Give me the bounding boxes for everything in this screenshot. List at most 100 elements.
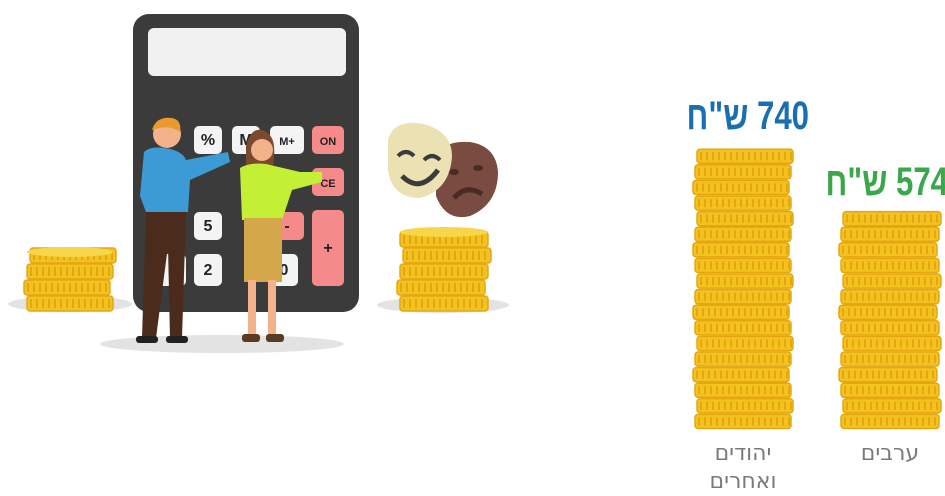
- bar-coin-ridge: [862, 355, 864, 364]
- coin-ridge: [436, 251, 438, 260]
- bar-coin-ridge: [732, 370, 734, 379]
- bar-coin-ridge: [862, 323, 864, 332]
- bar-coin-ridge: [884, 308, 886, 317]
- coin-ridge: [481, 235, 483, 244]
- bar-coin: [838, 304, 938, 321]
- bar-coin-ridge: [706, 401, 708, 410]
- bar-coin-ridge: [894, 339, 896, 348]
- coin-ridge: [406, 283, 408, 292]
- bar-coin-ridge: [878, 308, 880, 317]
- bar-coin: [840, 226, 940, 243]
- bar-coin-ridge: [780, 308, 782, 317]
- coin-ridge: [481, 299, 483, 308]
- bar-coin-ridge: [788, 323, 790, 332]
- coin-ridge: [421, 299, 423, 308]
- bar-coin-ridge: [776, 355, 778, 364]
- bar-coin-ridge: [760, 214, 762, 223]
- bar-coin-ridge: [706, 277, 708, 286]
- coin-stack-icon: [396, 227, 492, 312]
- bar-coin-ridge: [910, 386, 912, 395]
- bar-coin-ridge: [746, 323, 748, 332]
- coin: [399, 295, 489, 312]
- bar-coin-ridge: [844, 230, 846, 239]
- bar-coin-ridge: [752, 323, 754, 332]
- bar-coin-ridge: [856, 355, 858, 364]
- coin-ridge: [66, 299, 68, 308]
- bar-coin-ridge: [874, 355, 876, 364]
- bar-coin-ridge: [898, 261, 900, 270]
- bar-coin-ridge: [892, 292, 894, 301]
- bar-coin-ridge: [894, 214, 896, 223]
- bar-coin-ridge: [850, 261, 852, 270]
- bar-coin-ridge: [716, 261, 718, 270]
- bar-coin-ridge: [728, 386, 730, 395]
- bar-coin-ridge: [846, 214, 848, 223]
- coin-ridge: [448, 251, 450, 260]
- bar-coin-ridge: [700, 152, 702, 161]
- coin-ridge: [433, 299, 435, 308]
- bar-coin-ridge: [716, 199, 718, 208]
- bar-coin-ridge: [896, 308, 898, 317]
- bar-coin-ridge: [776, 167, 778, 176]
- coin-ridge: [436, 283, 438, 292]
- bar-coin-ridge: [704, 386, 706, 395]
- coin-ridge: [412, 283, 414, 292]
- bar-coin-ridge: [726, 245, 728, 254]
- bar-coin-ridge: [782, 323, 784, 332]
- bar-coin-ridge: [736, 401, 738, 410]
- bar-coin-ridge: [872, 370, 874, 379]
- bar-coin-ridge: [776, 386, 778, 395]
- bar-coin-ridge: [734, 199, 736, 208]
- bar-coin-ridge: [924, 339, 926, 348]
- bar-coin-ridge: [718, 339, 720, 348]
- bar-coin-ridge: [912, 214, 914, 223]
- coin-ridge: [475, 299, 477, 308]
- bar-coin-ridge: [732, 308, 734, 317]
- bar-coin-ridge: [752, 355, 754, 364]
- calculator-key-label: +: [323, 240, 332, 257]
- bar-coin-ridge: [778, 401, 780, 410]
- coin-ridge: [442, 283, 444, 292]
- coin-ridge: [105, 283, 107, 292]
- bar-coin-ridge: [916, 261, 918, 270]
- bar-coin-ridge: [874, 417, 876, 426]
- bar-coin-ridge: [704, 199, 706, 208]
- bar-coin-ridge: [880, 417, 882, 426]
- coin-top: [400, 227, 488, 237]
- bar-coin-ridge: [700, 339, 702, 348]
- bar-coin-ridge: [740, 355, 742, 364]
- bar-coin-ridge: [712, 152, 714, 161]
- bar-coin-ridge: [896, 370, 898, 379]
- bar-coin-ridge: [708, 245, 710, 254]
- coin-ridge: [108, 299, 110, 308]
- bar-coin-ridge: [744, 245, 746, 254]
- bar-coin-ridge: [742, 152, 744, 161]
- bar-coin-ridge: [706, 339, 708, 348]
- bar-coin-ridge: [784, 152, 786, 161]
- bar-coin-ridge: [758, 199, 760, 208]
- bar-coin-ridge: [922, 417, 924, 426]
- bar-coin-ridge: [788, 261, 790, 270]
- bar-coin-ridge: [774, 370, 776, 379]
- coin-ridge: [430, 283, 432, 292]
- bar-coin-ridge: [700, 214, 702, 223]
- coin-ridge: [409, 267, 411, 276]
- bar-coin-ridge: [764, 167, 766, 176]
- coin-ridge: [54, 299, 56, 308]
- bar-coin-ridge: [930, 277, 932, 286]
- bar-coin-ridge: [912, 401, 914, 410]
- bar-coin-ridge: [698, 167, 700, 176]
- bar-coin-ridge: [776, 230, 778, 239]
- bar-coin-ridge: [774, 245, 776, 254]
- bar-coin-ridge: [910, 230, 912, 239]
- bar-coin-ridge: [788, 355, 790, 364]
- coin-ridge: [96, 299, 98, 308]
- coin-ridge: [430, 251, 432, 260]
- coin-ridge: [33, 283, 35, 292]
- bar-coin-ridge: [770, 323, 772, 332]
- bar-coin-ridge: [896, 245, 898, 254]
- coin-ridge: [57, 283, 59, 292]
- coin-ridge: [466, 251, 468, 260]
- coin-ridge: [409, 235, 411, 244]
- bar-coin-ridge: [898, 355, 900, 364]
